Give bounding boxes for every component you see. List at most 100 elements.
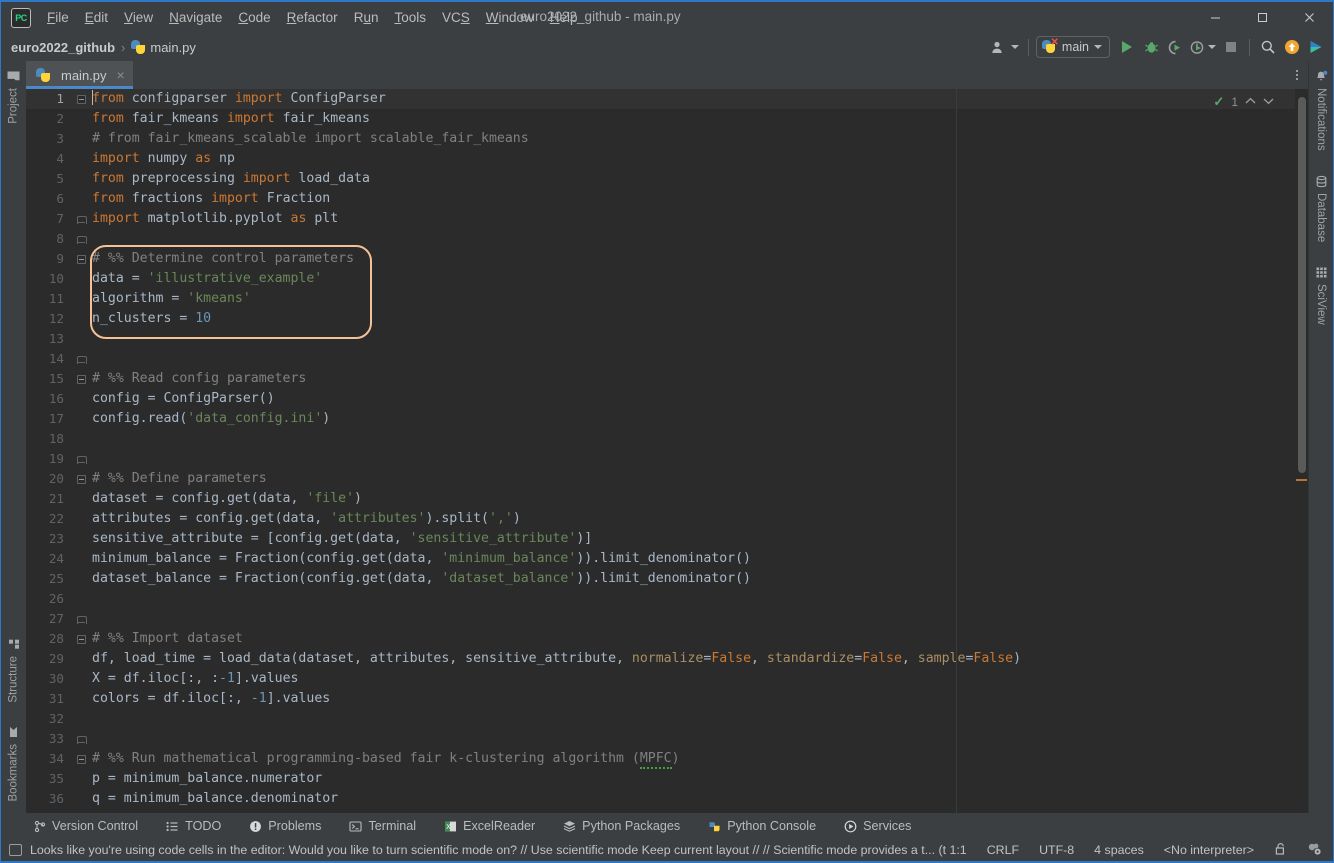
code-line-text[interactable]: # %% Determine control parameters (90, 249, 354, 269)
sidebar-item-structure[interactable]: Structure (5, 633, 22, 708)
maximize-icon[interactable] (1239, 2, 1286, 33)
run-configuration-selector[interactable]: ✕ main (1036, 36, 1110, 58)
code-line[interactable]: 25 dataset_balance = Fraction(config.get(… (26, 569, 1308, 589)
line-number[interactable]: 35 (26, 769, 72, 789)
debug-icon[interactable] (1140, 36, 1162, 58)
line-number[interactable]: 13 (26, 329, 72, 349)
gutter-fold-area[interactable] (72, 255, 90, 264)
line-separator[interactable]: CRLF (984, 841, 1022, 859)
line-number[interactable]: 21 (26, 489, 72, 509)
line-number[interactable]: 8 (26, 229, 72, 249)
code-line[interactable]: 35p = minimum_balance.numerator (26, 769, 1308, 789)
bottom-tab-excelreader[interactable]: XExcelReader (440, 816, 539, 836)
profiler-icon[interactable] (1188, 36, 1218, 58)
code-line-text[interactable]: data = 'illustrative_example' (90, 269, 322, 289)
line-number[interactable]: 4 (26, 149, 72, 169)
code-line[interactable]: 23 sensitive_attribute = [config.get(data… (26, 529, 1308, 549)
menu-vcs[interactable]: VCS (434, 6, 478, 29)
updates-available-icon[interactable] (1281, 36, 1303, 58)
code-scroll-viewport[interactable]: 1from configparser import ConfigParser2f… (26, 89, 1308, 813)
interpreter-selector[interactable]: <No interpreter> (1161, 841, 1257, 859)
code-line-text[interactable]: # from fair_kmeans_scalable import scala… (90, 129, 529, 149)
sidebar-item-notifications[interactable]: Notifications (1313, 65, 1330, 156)
fold-end-marker-icon[interactable] (77, 615, 86, 624)
fold-marker-icon[interactable] (77, 755, 86, 764)
code-line[interactable]: 36 q = minimum_balance.denominator (26, 789, 1308, 809)
menu-file[interactable]: File (39, 6, 77, 29)
code-line[interactable]: 27 (26, 609, 1308, 629)
code-line-text[interactable]: sensitive_attribute = [config.get(data, … (90, 529, 592, 549)
read-only-toggle-icon[interactable] (1271, 840, 1290, 861)
code-line[interactable]: 22attributes = config.get(data, 'attribu… (26, 509, 1308, 529)
fold-marker-icon[interactable] (77, 375, 86, 384)
sidebar-item-database[interactable]: Database (1313, 170, 1330, 247)
gutter-fold-area[interactable] (72, 355, 90, 364)
line-number[interactable]: 19 (26, 449, 72, 469)
code-line[interactable]: 6from fractions import Fraction (26, 189, 1308, 209)
event-log-icon[interactable] (9, 844, 22, 856)
line-number[interactable]: 9 (26, 249, 72, 269)
ai-assistant-icon[interactable] (1305, 36, 1327, 58)
file-encoding[interactable]: UTF-8 (1036, 841, 1077, 859)
code-line-text[interactable]: # %% Run mathematical programming-based … (90, 749, 680, 769)
menu-navigate[interactable]: Navigate (161, 6, 230, 29)
line-number[interactable]: 15 (26, 369, 72, 389)
scrollbar-marker[interactable] (1296, 479, 1307, 481)
code-line[interactable]: 30X = df.iloc[:, :-1].values (26, 669, 1308, 689)
inspections-widget-icon[interactable] (1304, 840, 1325, 861)
code-line-text[interactable]: dataset_balance = Fraction(config.get(da… (90, 569, 751, 589)
search-everywhere-icon[interactable] (1257, 36, 1279, 58)
bottom-tab-version-control[interactable]: Version Control (29, 816, 142, 836)
line-number[interactable]: 16 (26, 389, 72, 409)
code-line[interactable]: 10data = 'illustrative_example' (26, 269, 1308, 289)
line-number[interactable]: 25 (26, 569, 72, 589)
code-line[interactable]: 11algorithm = 'kmeans' (26, 289, 1308, 309)
gutter-fold-area[interactable] (72, 635, 90, 644)
line-number[interactable]: 23 (26, 529, 72, 549)
line-number[interactable]: 20 (26, 469, 72, 489)
line-number[interactable]: 31 (26, 689, 72, 709)
fold-end-marker-icon[interactable] (77, 455, 86, 464)
code-line[interactable]: 4import numpy as np (26, 149, 1308, 169)
fold-end-marker-icon[interactable] (77, 355, 86, 364)
line-number[interactable]: 24 (26, 549, 72, 569)
inspection-widget[interactable]: ✓ 1 (1213, 94, 1274, 110)
fold-marker-icon[interactable] (77, 475, 86, 484)
bottom-tab-terminal[interactable]: Terminal (345, 816, 420, 836)
code-line-text[interactable]: from configparser import ConfigParser (90, 89, 386, 109)
bottom-tab-python-console[interactable]: Python Console (704, 816, 820, 836)
code-line[interactable]: 24minimum_balance = Fraction(config.get(… (26, 549, 1308, 569)
line-number[interactable]: 7 (26, 209, 72, 229)
line-number[interactable]: 36 (26, 789, 72, 809)
gutter-fold-area[interactable] (72, 375, 90, 384)
bottom-tab-problems[interactable]: Problems (245, 816, 325, 836)
code-line[interactable]: 14 (26, 349, 1308, 369)
fold-marker-icon[interactable] (77, 95, 86, 104)
line-number[interactable]: 6 (26, 189, 72, 209)
user-account-icon[interactable] (989, 36, 1021, 58)
code-line[interactable]: 7import matplotlib.pyplot as plt (26, 209, 1308, 229)
gutter-fold-area[interactable] (72, 735, 90, 744)
code-line[interactable]: 8 (26, 229, 1308, 249)
code-line[interactable]: 31colors = df.iloc[:, -1].values (26, 689, 1308, 709)
menu-code[interactable]: Code (230, 6, 278, 29)
next-problem-icon[interactable] (1263, 96, 1274, 108)
code-editor[interactable]: 1from configparser import ConfigParser2f… (26, 89, 1308, 813)
bottom-tab-python-packages[interactable]: Python Packages (559, 816, 684, 836)
gutter-fold-area[interactable] (72, 95, 90, 104)
code-line[interactable]: 34# %% Run mathematical programming-base… (26, 749, 1308, 769)
code-line[interactable]: 29df, load_time = load_data(dataset, att… (26, 649, 1308, 669)
line-number[interactable]: 17 (26, 409, 72, 429)
fold-marker-icon[interactable] (77, 635, 86, 644)
prev-problem-icon[interactable] (1245, 96, 1256, 108)
code-line-text[interactable]: q = minimum_balance.denominator (90, 789, 338, 809)
fold-end-marker-icon[interactable] (77, 215, 86, 224)
fold-end-marker-icon[interactable] (77, 735, 86, 744)
code-line[interactable]: 16config = ConfigParser() (26, 389, 1308, 409)
sidebar-item-bookmarks[interactable]: Bookmarks (5, 721, 22, 807)
code-line-text[interactable]: df, load_time = load_data(dataset, attri… (90, 649, 1021, 669)
code-line[interactable]: 19 (26, 449, 1308, 469)
code-line[interactable]: 28# %% Import dataset (26, 629, 1308, 649)
run-with-coverage-icon[interactable] (1164, 36, 1186, 58)
indent-setting[interactable]: 4 spaces (1091, 841, 1147, 859)
